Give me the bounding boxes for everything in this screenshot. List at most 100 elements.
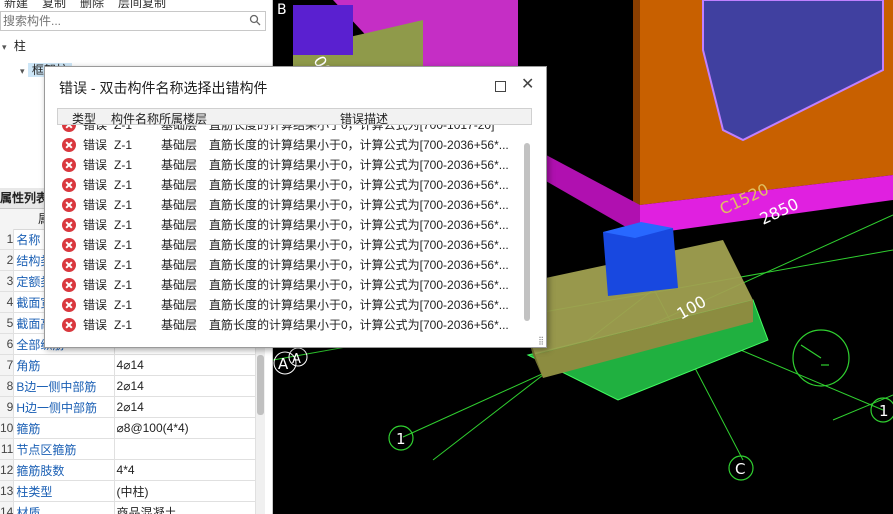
attribute-value[interactable]: [114, 438, 257, 460]
error-row[interactable]: 错误 Z-1 基础层 直筋长度的计算结果小于0，计算公式为[700-2036+56*.…: [57, 315, 519, 335]
tree-expand-icon[interactable]: ▾: [2, 42, 7, 52]
component-name[interactable]: Z-1: [114, 175, 132, 195]
back-column: [293, 5, 353, 55]
attribute-value[interactable]: (中柱): [114, 480, 257, 502]
floor-name: 基础层: [161, 138, 198, 152]
new-button[interactable]: 新建: [4, 0, 28, 8]
attribute-row[interactable]: 7 角筋 4⌀14: [0, 354, 257, 376]
component-name[interactable]: Z-1: [114, 295, 132, 315]
component-name[interactable]: Z-1: [114, 215, 132, 235]
attribute-scrollbar[interactable]: [256, 340, 265, 514]
floor-copy-button[interactable]: 层间复制: [118, 0, 166, 8]
error-row[interactable]: 错误 Z-1 基础层 直筋长度的计算结果小于0，计算公式为[700-2036+56*.…: [57, 135, 519, 155]
row-number: 7: [0, 354, 15, 376]
error-type: 错误: [83, 125, 108, 132]
attribute-row[interactable]: 14 材质 商品混凝土: [0, 501, 257, 514]
tree-node-column[interactable]: ▾ 柱: [2, 36, 26, 56]
delete-button[interactable]: 删除: [80, 0, 104, 8]
close-icon[interactable]: ✕: [521, 76, 534, 94]
attribute-row[interactable]: 8 B边一侧中部筋 2⌀14: [0, 375, 257, 397]
component-name[interactable]: Z-1: [114, 315, 132, 335]
maximize-icon[interactable]: [495, 81, 506, 92]
error-type: 错误: [83, 298, 108, 312]
search-icon[interactable]: [249, 14, 261, 26]
attribute-row[interactable]: 9 H边一侧中部筋 2⌀14: [0, 396, 257, 418]
row-number: 3: [0, 270, 15, 292]
floor-name: 基础层: [161, 198, 198, 212]
error-description: 直筋长度的计算结果小于0，计算公式为[700-2036+56*...: [209, 258, 509, 272]
attribute-value[interactable]: ⌀8@100(4*4): [114, 417, 257, 439]
component-name[interactable]: Z-1: [114, 125, 132, 135]
scrollbar-thumb[interactable]: [524, 143, 530, 321]
axis-label: C: [735, 460, 745, 478]
attribute-row[interactable]: 10 箍筋 ⌀8@100(4*4): [0, 417, 257, 439]
component-toolbar: 新建 复制 删除 层间复制: [0, 0, 272, 8]
error-grid-scrollbar[interactable]: [523, 125, 532, 335]
component-search: [0, 11, 266, 31]
attribute-value[interactable]: 4⌀14: [114, 354, 257, 376]
attribute-value[interactable]: 2⌀14: [114, 396, 257, 418]
attribute-value[interactable]: 2⌀14: [114, 375, 257, 397]
error-type: 错误: [83, 178, 108, 192]
error-type: 错误: [83, 318, 108, 332]
error-row[interactable]: 错误 Z-1 基础层 直筋长度的计算结果小于0，计算公式为[700-1017-20]: [57, 125, 519, 135]
error-icon: [62, 278, 76, 292]
floor-name: 基础层: [161, 258, 198, 272]
error-dialog: 错误 - 双击构件名称选择出错构件 ✕ 类型 构件名称 所属楼层 错误描述 错误…: [44, 66, 547, 348]
error-row[interactable]: 错误 Z-1 基础层 直筋长度的计算结果小于0，计算公式为[700-2036+56*.…: [57, 295, 519, 315]
resize-grip-icon[interactable]: ⣿: [538, 336, 544, 345]
row-number: 9: [0, 396, 15, 418]
attribute-value[interactable]: 商品混凝土: [114, 501, 257, 514]
copy-button[interactable]: 复制: [42, 0, 66, 8]
error-icon: [62, 318, 76, 332]
axis-label: 1: [879, 402, 889, 420]
floor-name: 基础层: [161, 278, 198, 292]
error-row[interactable]: 错误 Z-1 基础层 直筋长度的计算结果小于0，计算公式为[700-2036+56*.…: [57, 275, 519, 295]
error-description: 直筋长度的计算结果小于0，计算公式为[700-2036+56*...: [209, 178, 509, 192]
error-type: 错误: [83, 278, 108, 292]
error-row[interactable]: 错误 Z-1 基础层 直筋长度的计算结果小于0，计算公式为[700-2036+56*.…: [57, 155, 519, 175]
building-edge: [633, 0, 640, 210]
error-icon: [62, 258, 76, 272]
row-number: 6: [0, 333, 15, 355]
error-type: 错误: [83, 138, 108, 152]
floor-name: 基础层: [161, 298, 198, 312]
error-row[interactable]: 错误 Z-1 基础层 直筋长度的计算结果小于0，计算公式为[700-2036+56*.…: [57, 235, 519, 255]
error-icon: [62, 125, 76, 132]
row-number: 14: [0, 501, 15, 514]
attribute-row[interactable]: 11 节点区箍筋: [0, 438, 257, 460]
error-description: 直筋长度的计算结果小于0，计算公式为[700-2036+56*...: [209, 238, 509, 252]
error-description: 直筋长度的计算结果小于0，计算公式为[700-2036+56*...: [209, 318, 509, 332]
error-type: 错误: [83, 258, 108, 272]
error-icon: [62, 218, 76, 232]
error-row[interactable]: 错误 Z-1 基础层 直筋长度的计算结果小于0，计算公式为[700-2036+56*.…: [57, 255, 519, 275]
error-grid-header: 类型 构件名称 所属楼层 错误描述: [57, 108, 532, 126]
error-description: 直筋长度的计算结果小于0，计算公式为[700-2036+56*...: [209, 198, 509, 212]
row-number: 2: [0, 249, 15, 271]
attribute-name: 箍筋肢数: [13, 459, 115, 481]
component-name[interactable]: Z-1: [114, 275, 132, 295]
row-number: 4: [0, 291, 15, 313]
component-name[interactable]: Z-1: [114, 195, 132, 215]
dialog-titlebar[interactable]: 错误 - 双击构件名称选择出错构件 ✕: [45, 67, 546, 105]
error-description: 直筋长度的计算结果小于0，计算公式为[700-1017-20]: [209, 125, 495, 132]
attribute-row[interactable]: 13 柱类型 (中柱): [0, 480, 257, 502]
error-row[interactable]: 错误 Z-1 基础层 直筋长度的计算结果小于0，计算公式为[700-2036+56*.…: [57, 195, 519, 215]
error-type: 错误: [83, 158, 108, 172]
component-name[interactable]: Z-1: [114, 235, 132, 255]
error-icon: [62, 298, 76, 312]
attribute-row[interactable]: 12 箍筋肢数 4*4: [0, 459, 257, 481]
component-name[interactable]: Z-1: [114, 135, 132, 155]
error-row[interactable]: 错误 Z-1 基础层 直筋长度的计算结果小于0，计算公式为[700-2036+56*.…: [57, 175, 519, 195]
tree-expand-icon[interactable]: ▾: [20, 66, 25, 76]
row-number: 10: [0, 417, 15, 439]
attribute-value[interactable]: 4*4: [114, 459, 257, 481]
component-name[interactable]: Z-1: [114, 255, 132, 275]
scrollbar-thumb[interactable]: [257, 355, 264, 415]
component-name[interactable]: Z-1: [114, 155, 132, 175]
error-type: 错误: [83, 238, 108, 252]
search-input[interactable]: [1, 12, 235, 30]
attribute-name: 节点区箍筋: [13, 438, 115, 460]
error-row[interactable]: 错误 Z-1 基础层 直筋长度的计算结果小于0，计算公式为[700-2036+56*.…: [57, 215, 519, 235]
attribute-name: B边一侧中部筋: [13, 375, 115, 397]
